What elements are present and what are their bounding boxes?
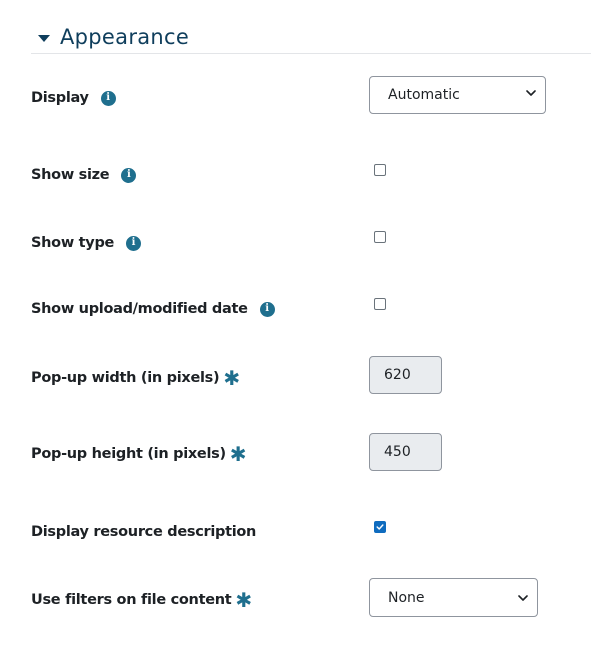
display-label: Display [31, 90, 89, 106]
filters-row: Use filters on file content ✱ [31, 588, 252, 612]
show-type-row: Show type i [31, 231, 142, 255]
popup-height-label: Pop-up height (in pixels) [31, 446, 226, 462]
info-icon[interactable]: i [100, 90, 116, 106]
chevron-down-icon [526, 90, 536, 96]
popup-width-label: Pop-up width (in pixels) [31, 370, 220, 386]
info-icon[interactable]: i [126, 235, 142, 251]
info-icon[interactable]: i [259, 301, 275, 317]
appearance-settings-panel: Appearance Display i Automatic Show size… [0, 0, 591, 651]
show-size-row: Show size i [31, 163, 137, 187]
filters-select-value: None [388, 589, 425, 606]
popup-height-input[interactable]: 450 [369, 433, 442, 471]
chevron-down-icon [518, 595, 528, 601]
display-description-checkbox[interactable] [374, 521, 386, 533]
display-select-value: Automatic [388, 87, 460, 103]
show-type-checkbox[interactable] [374, 231, 386, 243]
display-select[interactable]: Automatic [369, 76, 546, 114]
popup-height-value: 450 [384, 444, 411, 460]
required-asterisk-icon: ✱ [235, 588, 253, 612]
section-title: Appearance [60, 25, 190, 49]
caret-down-icon [38, 34, 50, 42]
show-type-label: Show type [31, 235, 115, 251]
popup-width-row: Pop-up width (in pixels) ✱ [31, 366, 240, 390]
popup-height-row: Pop-up height (in pixels) ✱ [31, 442, 247, 466]
popup-width-input[interactable]: 620 [369, 356, 442, 394]
info-icon[interactable]: i [121, 167, 137, 183]
required-asterisk-icon: ✱ [223, 366, 241, 390]
show-size-checkbox[interactable] [374, 164, 386, 176]
filters-label: Use filters on file content [31, 592, 232, 608]
show-date-checkbox[interactable] [374, 298, 386, 310]
section-divider [31, 53, 591, 54]
display-description-row: Display resource description [31, 520, 256, 544]
required-asterisk-icon: ✱ [229, 442, 247, 466]
show-date-label: Show upload/modified date [31, 301, 248, 317]
filters-select[interactable]: None [369, 578, 538, 617]
show-date-row: Show upload/modified date i [31, 297, 275, 321]
popup-width-value: 620 [384, 367, 411, 383]
appearance-section-toggle[interactable]: Appearance [38, 22, 189, 52]
display-description-label: Display resource description [31, 524, 257, 540]
show-size-label: Show size [31, 167, 110, 183]
checkmark-icon [376, 524, 384, 530]
display-row: Display i [31, 86, 116, 110]
